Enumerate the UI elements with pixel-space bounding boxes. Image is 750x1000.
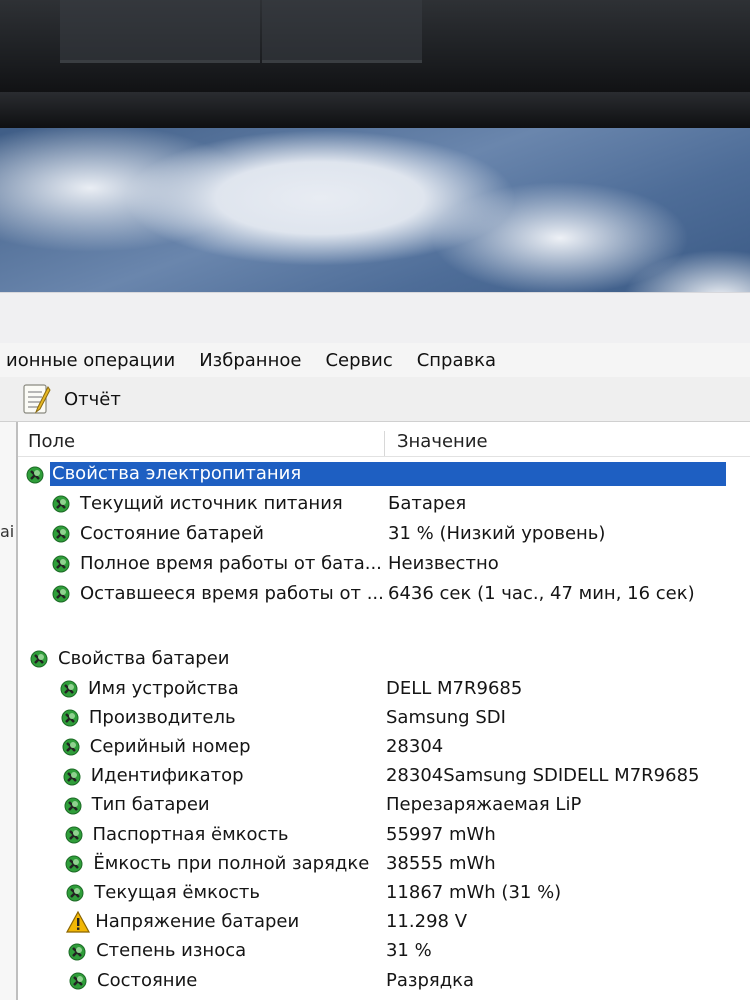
column-header-field[interactable]: Поле: [18, 431, 385, 456]
tree-row[interactable]: Ёмкость при полной зарядке 38555 mWh: [63, 849, 750, 877]
left-navigation-panel[interactable]: ai: [0, 422, 18, 1000]
battery-icon: [69, 972, 87, 990]
tree-row[interactable]: Производитель Samsung SDI: [59, 703, 750, 731]
tree-row[interactable]: Текущий источник питания Батарея: [50, 489, 750, 517]
tree-row[interactable]: Состояние батарей 31 % (Низкий уровень): [50, 519, 750, 547]
battery-icon: [65, 855, 83, 873]
battery-icon: [64, 797, 82, 815]
row-field-name: Состояние: [97, 969, 198, 991]
background-panel: [262, 0, 422, 63]
menu-item-operations[interactable]: ионные операции: [0, 350, 187, 371]
row-field-name: Идентификатор: [90, 765, 244, 787]
power-plug-icon: [26, 466, 44, 484]
power-plug-icon: [52, 495, 70, 513]
report-button[interactable]: Отчёт: [18, 381, 121, 417]
background-panel: [60, 0, 260, 63]
battery-icon: [68, 943, 86, 961]
title-bar: [0, 292, 750, 343]
tree-row[interactable]: Полное время работы от бата... Неизвестн…: [50, 549, 750, 577]
toolbar: Отчёт: [0, 377, 750, 422]
row-field-name: Степень износа: [96, 940, 247, 962]
tree-row[interactable]: Серийный номер 28304: [60, 732, 750, 760]
tree-row[interactable]: Текущая ёмкость 11867 mWh (31 %): [64, 878, 750, 906]
report-label: Отчёт: [64, 388, 121, 410]
tree-row[interactable]: Идентификатор 28304Samsung SDIDELL M7R968…: [61, 762, 750, 790]
row-field-name: Текущий источник питания: [80, 492, 343, 514]
row-value: 28304Samsung SDIDELL M7R9685: [385, 765, 700, 787]
tree-row[interactable]: Состояние Разрядка: [67, 966, 750, 994]
tree-row[interactable]: Паспортная ёмкость 55997 mWh: [63, 820, 750, 848]
battery-icon: [60, 680, 78, 698]
row-field-name: Текущая ёмкость: [94, 881, 260, 903]
row-value: 11867 mWh (31 %): [385, 881, 562, 903]
row-value: Батарея: [388, 492, 467, 514]
background-desk: [0, 0, 750, 92]
battery-icon: [63, 768, 81, 786]
row-field-name: Паспортная ёмкость: [92, 823, 289, 845]
row-value: 38555 mWh: [385, 852, 496, 874]
tree-row[interactable]: Имя устройства DELL M7R9685: [58, 674, 750, 702]
tree-group-label: Свойства электропитания: [52, 463, 302, 484]
row-value: 11.298 V: [385, 911, 468, 933]
row-field-name: Напряжение батареи: [95, 911, 300, 933]
menu-item-help[interactable]: Справка: [405, 350, 508, 371]
row-value: DELL M7R9685: [386, 677, 523, 699]
tree-row[interactable]: Напряжение батареи 11.298 V: [65, 908, 750, 936]
row-field-name: Оставшееся время работы от ...: [80, 582, 384, 604]
column-header: Поле Значение: [18, 422, 750, 457]
battery-icon: [30, 650, 48, 668]
column-header-value[interactable]: Значение: [385, 431, 488, 456]
left-panel-fragment: ai: [0, 522, 15, 541]
monitor-bezel: [0, 92, 750, 130]
battery-icon: [62, 738, 80, 756]
row-field-name: Производитель: [88, 706, 236, 728]
warning-icon: [66, 910, 91, 933]
row-value: Неизвестно: [388, 552, 499, 574]
row-field-name: Полное время работы от бата...: [80, 552, 382, 574]
row-value: 55997 mWh: [386, 823, 496, 845]
power-plug-icon: [52, 555, 70, 573]
row-field-name: Состояние батарей: [80, 522, 264, 544]
tree-group-power-properties[interactable]: Свойства электропитания: [24, 460, 750, 488]
row-value: 31 %: [385, 940, 432, 962]
row-field-name: Имя устройства: [88, 677, 239, 699]
desktop-wallpaper: [0, 128, 750, 294]
row-value: 31 % (Низкий уровень): [388, 522, 606, 544]
tree-row[interactable]: Оставшееся время работы от ... 6436 сек …: [50, 579, 750, 607]
row-field-name: Серийный номер: [89, 735, 251, 757]
battery-icon: [65, 826, 82, 844]
tree-group-battery-properties[interactable]: Свойства батареи: [28, 644, 750, 672]
row-value: Разрядка: [386, 969, 475, 991]
row-field-name: Ёмкость при полной зарядке: [93, 852, 370, 874]
power-plug-icon: [52, 525, 70, 543]
row-value: 6436 сек (1 час., 47 мин, 16 сек): [388, 582, 695, 604]
battery-icon: [61, 709, 79, 727]
row-field-name: Тип батареи: [91, 794, 210, 816]
tree-row[interactable]: Степень износа 31 %: [66, 937, 750, 965]
tree-group-label: Свойства батареи: [58, 647, 230, 669]
tree-row[interactable]: Тип батареи Перезаряжаемая LiP: [62, 791, 750, 819]
report-icon: [23, 384, 51, 414]
menu-bar: ионные операции Избранное Сервис Справка: [0, 343, 750, 377]
battery-icon: [66, 884, 84, 902]
row-value: Перезаряжаемая LiP: [385, 794, 582, 816]
row-value: Samsung SDI: [385, 706, 506, 728]
row-value: 28304: [385, 735, 444, 757]
app-window: ионные операции Избранное Сервис Справка…: [0, 292, 750, 1000]
menu-item-favorites[interactable]: Избранное: [187, 350, 313, 371]
properties-tree[interactable]: Поле Значение Свойства электропитания Те…: [18, 422, 750, 1000]
power-plug-icon: [52, 585, 70, 603]
menu-item-service[interactable]: Сервис: [313, 350, 404, 371]
